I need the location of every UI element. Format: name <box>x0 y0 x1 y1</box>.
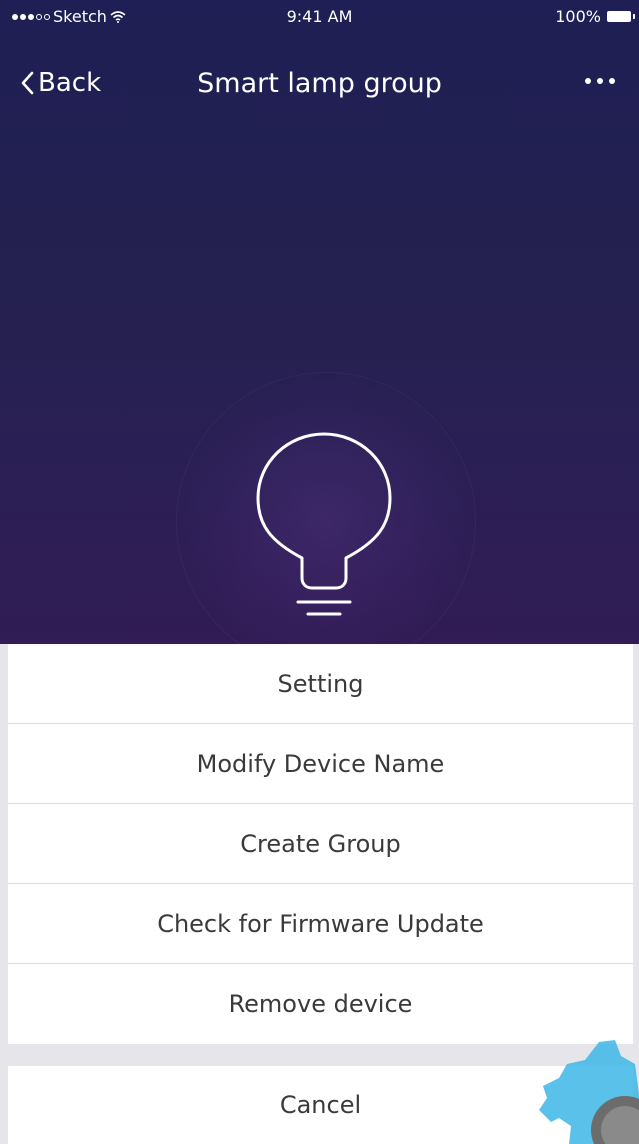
more-dots-icon[interactable] <box>585 78 615 84</box>
action-create-group[interactable]: Create Group <box>8 804 633 884</box>
cancel-label: Cancel <box>279 1091 362 1119</box>
lightbulb-icon[interactable] <box>252 430 396 620</box>
device-hero: Sketch 9:41 AM 100% Back Smart lamp grou… <box>0 0 639 644</box>
action-sheet: Setting Modify Device Name Create Group … <box>8 644 633 1044</box>
action-check-firmware-update[interactable]: Check for Firmware Update <box>8 884 633 964</box>
action-label: Check for Firmware Update <box>157 909 484 938</box>
action-label: Remove device <box>228 990 413 1018</box>
status-bar: Sketch 9:41 AM 100% <box>0 0 639 30</box>
battery-percent: 100% <box>555 7 601 26</box>
action-setting[interactable]: Setting <box>8 644 633 724</box>
action-label: Create Group <box>240 829 401 858</box>
battery-indicator: 100% <box>555 7 635 26</box>
status-time: 9:41 AM <box>286 7 353 26</box>
action-label: Modify Device Name <box>196 749 445 778</box>
action-label: Setting <box>277 669 364 698</box>
action-remove-device[interactable]: Remove device <box>8 964 633 1044</box>
battery-icon <box>607 11 635 22</box>
screen: Sketch 9:41 AM 100% Back Smart lamp grou… <box>0 0 639 1144</box>
gear-watermark-icon <box>539 1040 639 1144</box>
page-title: Smart lamp group <box>197 68 442 99</box>
navigation-bar: Back Smart lamp group <box>0 62 639 110</box>
action-modify-device-name[interactable]: Modify Device Name <box>8 724 633 804</box>
